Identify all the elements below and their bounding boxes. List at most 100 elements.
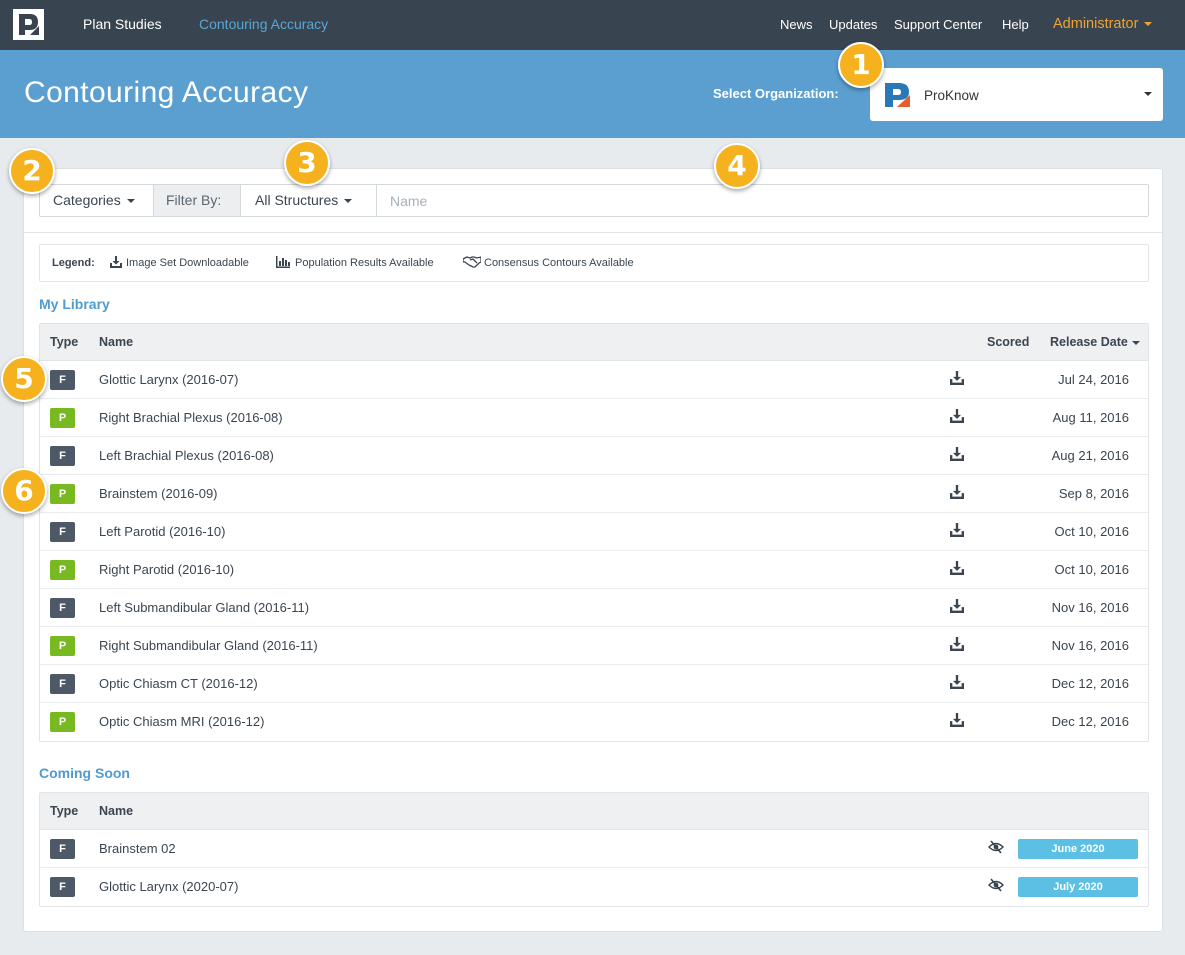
type-badge: F: [50, 370, 75, 390]
callout-2: 2: [9, 148, 55, 194]
table-row[interactable]: P Right Parotid (2016-10) Oct 10, 2016: [40, 551, 1148, 589]
callout-1: 1: [838, 42, 884, 88]
coming-soon-table: Type Name F Brainstem 02 June 2020 F Glottic…: [39, 792, 1149, 907]
table-row[interactable]: P Brainstem (2016-09) Sep 8, 2016: [40, 475, 1148, 513]
type-badge: F: [50, 674, 75, 694]
table-row[interactable]: F Left Parotid (2016-10) Oct 10, 2016: [40, 513, 1148, 551]
download-icon[interactable]: [950, 637, 964, 651]
study-name-link[interactable]: Glottic Larynx (2016-07): [99, 372, 238, 387]
table-row[interactable]: F Left Submandibular Gland (2016-11) Nov 1…: [40, 589, 1148, 627]
study-name-link[interactable]: Left Brachial Plexus (2016-08): [99, 448, 274, 463]
eye-slash-icon: [988, 840, 1004, 854]
nav-contouring-accuracy[interactable]: Contouring Accuracy: [199, 16, 328, 32]
type-badge: P: [50, 408, 75, 428]
type-badge: F: [50, 446, 75, 466]
table-row: F Brainstem 02 June 2020: [40, 830, 1148, 868]
col-name: Name: [99, 804, 134, 818]
callout-4: 4: [714, 143, 760, 189]
legend-item-population: Population Results Available: [276, 256, 434, 269]
page-title: Contouring Accuracy: [24, 76, 309, 109]
callout-6: 6: [1, 468, 47, 514]
type-badge: F: [50, 877, 75, 897]
study-name-link[interactable]: Left Parotid (2016-10): [99, 524, 225, 539]
download-icon[interactable]: [950, 447, 964, 461]
divider: [24, 232, 1162, 233]
study-name-link[interactable]: Left Submandibular Gland (2016-11): [99, 600, 309, 615]
name-search-input[interactable]: [378, 185, 1148, 216]
download-icon[interactable]: [950, 485, 964, 499]
org-select-label: Select Organization:: [713, 86, 839, 101]
release-date: Oct 10, 2016: [1054, 524, 1129, 539]
download-icon[interactable]: [950, 523, 964, 537]
study-name-link[interactable]: Brainstem (2016-09): [99, 486, 218, 501]
col-name: Name: [99, 335, 134, 349]
categories-label: Categories: [53, 192, 121, 208]
org-select-value: ProKnow: [924, 88, 979, 103]
type-badge: F: [50, 522, 75, 542]
nav-plan-studies[interactable]: Plan Studies: [83, 16, 162, 32]
download-icon[interactable]: [950, 713, 964, 727]
callout-5: 5: [1, 356, 47, 402]
type-badge: F: [50, 598, 75, 618]
table-header: Type Name Scored Release Date: [40, 324, 1148, 361]
download-icon[interactable]: [950, 409, 964, 423]
categories-dropdown[interactable]: Categories: [40, 185, 154, 216]
chevron-down-icon: [126, 199, 135, 204]
type-badge: P: [50, 712, 75, 732]
organization-select[interactable]: ProKnow: [870, 68, 1163, 121]
download-icon[interactable]: [950, 599, 964, 613]
study-name: Glottic Larynx (2020-07): [99, 879, 239, 894]
legend-item-consensus: Consensus Contours Available: [463, 256, 634, 269]
type-badge: P: [50, 484, 75, 504]
table-row[interactable]: F Glottic Larynx (2016-07) Jul 24, 2016: [40, 361, 1148, 399]
study-name-link[interactable]: Right Brachial Plexus (2016-08): [99, 410, 283, 425]
col-scored: Scored: [987, 335, 1030, 349]
type-badge: F: [50, 839, 75, 859]
table-row[interactable]: P Right Submandibular Gland (2016-11) Nov …: [40, 627, 1148, 665]
release-date: Dec 12, 2016: [1051, 714, 1129, 729]
nav-updates[interactable]: Updates: [829, 17, 877, 32]
col-type: Type: [50, 804, 79, 818]
legend-item-downloadable: Image Set Downloadable: [110, 256, 249, 269]
chevron-down-icon: [344, 199, 353, 204]
study-name-link[interactable]: Right Submandibular Gland (2016-11): [99, 638, 318, 653]
table-row[interactable]: F Optic Chiasm CT (2016-12) Dec 12, 2016: [40, 665, 1148, 703]
release-date: Dec 12, 2016: [1051, 676, 1129, 691]
nav-news[interactable]: News: [780, 17, 813, 32]
table-row[interactable]: F Left Brachial Plexus (2016-08) Aug 21, 2…: [40, 437, 1148, 475]
nav-help[interactable]: Help: [1002, 17, 1029, 32]
nav-support-center[interactable]: Support Center: [894, 17, 982, 32]
download-icon[interactable]: [950, 371, 964, 385]
download-icon[interactable]: [950, 561, 964, 575]
study-name-link[interactable]: Right Parotid (2016-10): [99, 562, 234, 577]
download-icon[interactable]: [950, 675, 964, 689]
user-menu[interactable]: Administrator: [1053, 16, 1153, 32]
legend: Legend: Image Set Downloadable Populatio…: [39, 244, 1149, 282]
release-date: Jul 24, 2016: [1058, 372, 1129, 387]
structures-dropdown[interactable]: All Structures: [241, 185, 377, 216]
release-date: Nov 16, 2016: [1051, 638, 1129, 653]
my-library-table: Type Name Scored Release Date F Glottic L…: [39, 323, 1149, 742]
library-panel: Categories Filter By: All Structures Leg…: [23, 168, 1163, 932]
col-release-date-sort[interactable]: Release Date: [1050, 335, 1140, 349]
structures-label: All Structures: [255, 192, 339, 208]
release-badge: June 2020: [1018, 839, 1138, 859]
release-date: Nov 16, 2016: [1051, 600, 1129, 615]
coming-soon-title: Coming Soon: [39, 765, 130, 781]
table-row[interactable]: P Optic Chiasm MRI (2016-12) Dec 12, 2016: [40, 703, 1148, 741]
release-badge: July 2020: [1018, 877, 1138, 897]
top-navbar: Plan Studies Contouring Accuracy News Up…: [0, 0, 1185, 50]
table-row: F Glottic Larynx (2020-07) July 2020: [40, 868, 1148, 906]
eye-slash-icon: [988, 878, 1004, 892]
study-name-link[interactable]: Optic Chiasm MRI (2016-12): [99, 714, 264, 729]
study-name-link[interactable]: Optic Chiasm CT (2016-12): [99, 676, 258, 691]
legend-title: Legend:: [52, 257, 95, 269]
table-row[interactable]: P Right Brachial Plexus (2016-08) Aug 11, …: [40, 399, 1148, 437]
release-date: Aug 11, 2016: [1052, 410, 1129, 425]
bar-chart-icon: [276, 256, 290, 268]
release-date: Sep 8, 2016: [1058, 486, 1129, 501]
release-date: Oct 10, 2016: [1054, 562, 1129, 577]
chevron-down-icon: [1144, 22, 1153, 27]
proknow-logo-icon[interactable]: [13, 9, 44, 40]
type-badge: P: [50, 560, 75, 580]
